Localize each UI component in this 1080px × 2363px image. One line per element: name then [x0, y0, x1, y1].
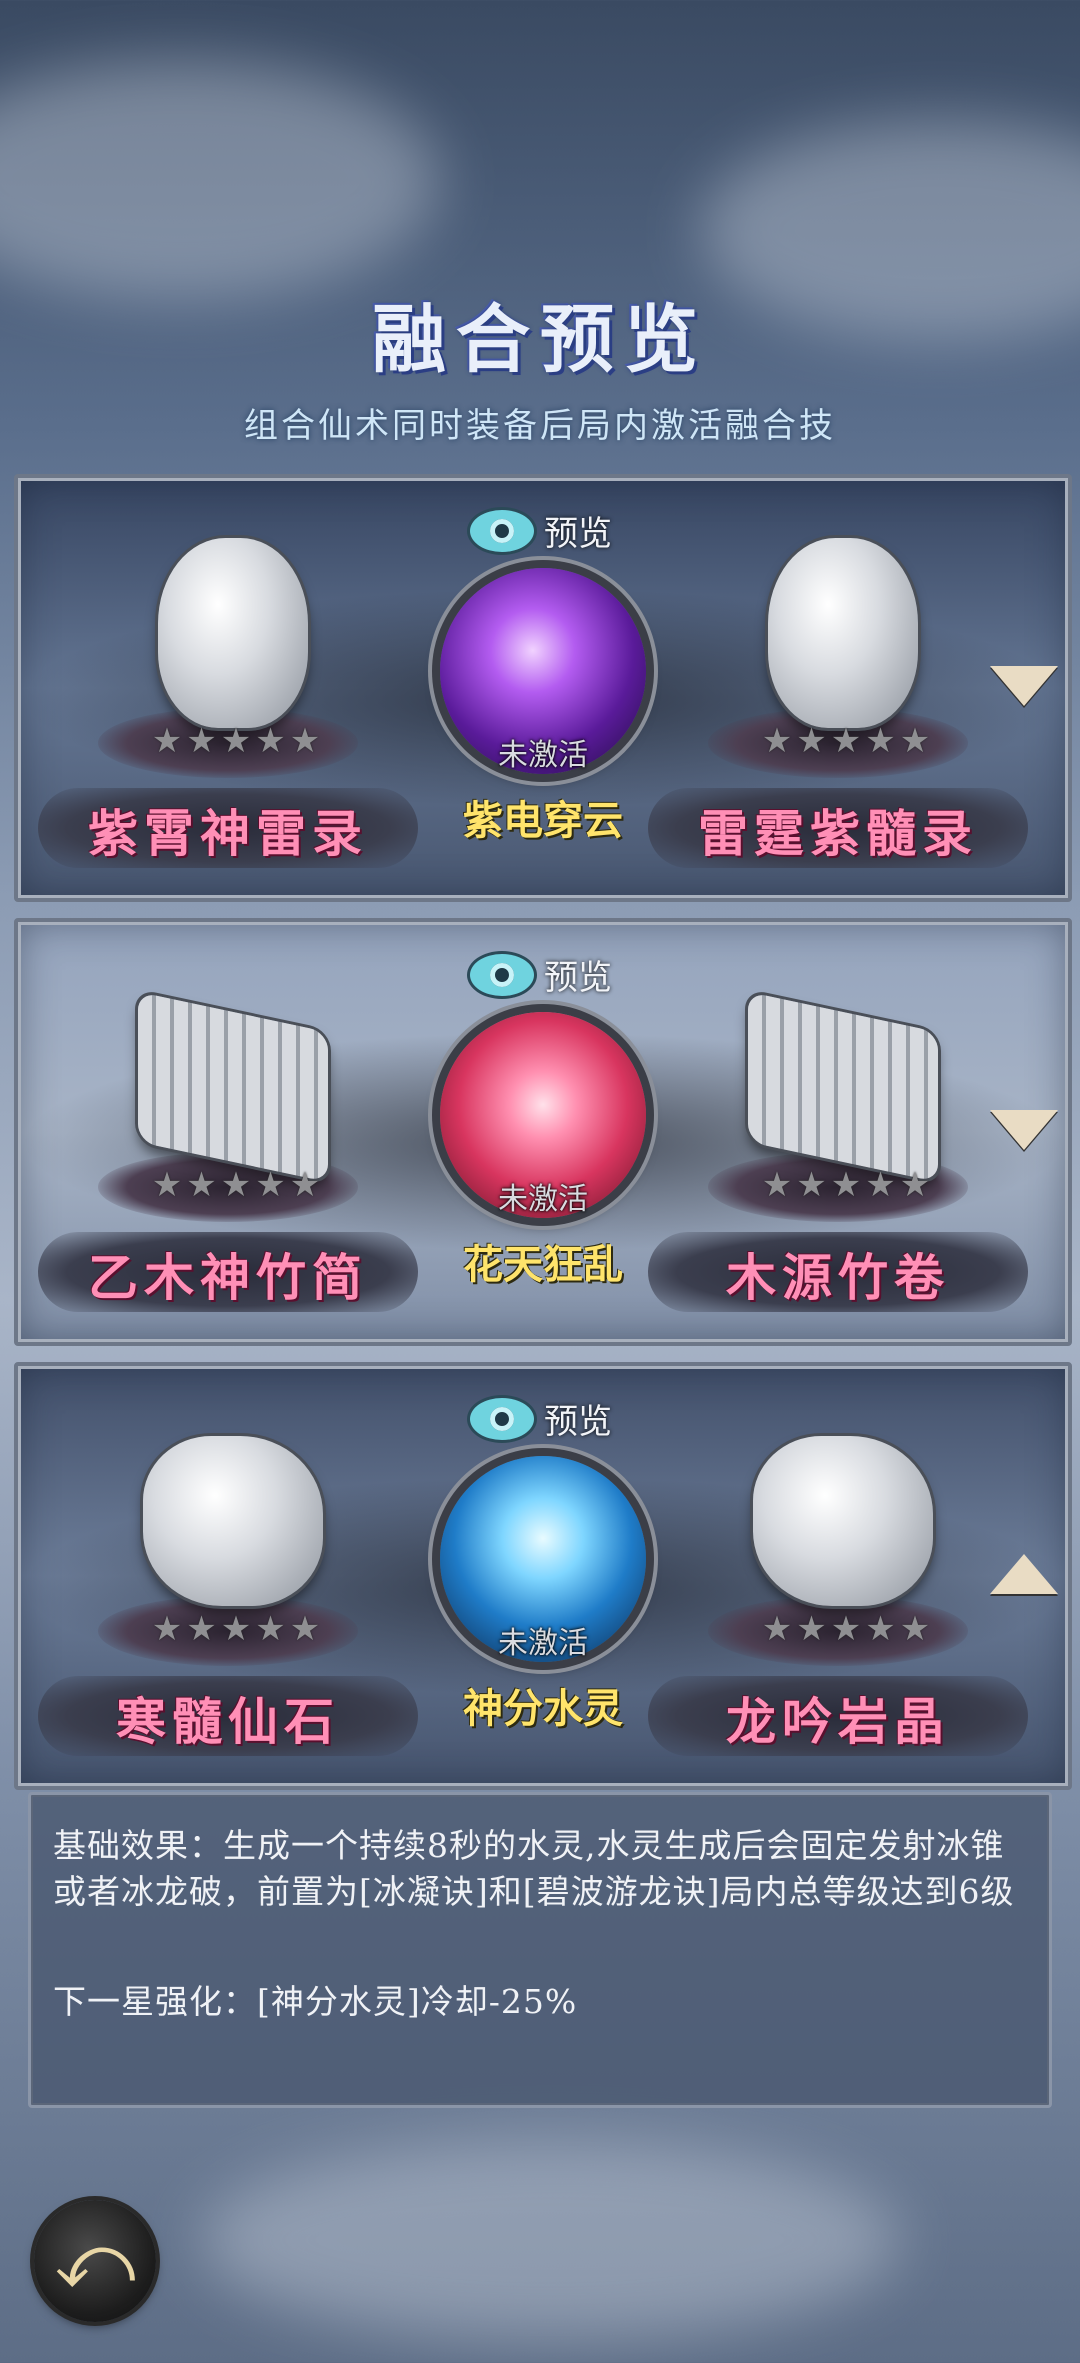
fusion-status: 未激活 — [498, 738, 588, 773]
star-icon: ★ — [899, 1609, 931, 1649]
skill-name: 雷霆紫髓录 — [698, 804, 978, 863]
star-icon: ★ — [220, 1165, 252, 1205]
skill-item-left[interactable]: ★ ★ ★ ★ ★ 寒髓仙石 — [38, 1386, 418, 1776]
star-icon: ★ — [186, 721, 217, 761]
star-icon: ★ — [186, 1165, 217, 1205]
star-icon: ★ — [865, 721, 896, 761]
star-rating: ★ ★ ★ ★ ★ — [746, 724, 946, 758]
star-rating: ★ ★ ★ ★ ★ — [136, 724, 336, 758]
preview-label: 预览 — [544, 1402, 612, 1442]
star-icon: ★ — [830, 1165, 862, 1205]
page-subtitle: 组合仙术同时装备后局内激活融合技 — [244, 406, 836, 446]
star-icon: ★ — [761, 721, 793, 761]
skill-item-right[interactable]: ★ ★ ★ ★ ★ 雷霆紫髓录 — [648, 498, 1028, 888]
preview-button[interactable]: 预览 — [470, 950, 612, 999]
star-icon: ★ — [289, 1165, 321, 1205]
fusion-center[interactable]: 预览 未激活 花天狂乱 — [420, 942, 666, 1332]
preview-button[interactable]: 预览 — [470, 1394, 612, 1443]
star-icon: ★ — [289, 721, 321, 761]
star-icon: ★ — [289, 1609, 321, 1649]
eye-icon — [470, 509, 534, 552]
skill-name: 木源竹卷 — [726, 1248, 950, 1307]
star-icon: ★ — [899, 721, 931, 761]
collapse-toggle-icon[interactable] — [990, 666, 1058, 706]
ice-stone-icon — [143, 1436, 323, 1606]
star-icon: ★ — [151, 1165, 183, 1205]
preview-button[interactable]: 预览 — [470, 506, 612, 555]
star-icon: ★ — [255, 721, 286, 761]
base-effect-text: 基础效果：生成一个持续8秒的水灵,水灵生成后会固定发射冰锥或者冰龙破，前置为[冰… — [53, 1826, 1015, 1911]
bamboo-scroll-icon — [138, 991, 328, 1183]
preview-label: 预览 — [544, 514, 612, 554]
eye-icon — [470, 1397, 534, 1440]
skill-item-right[interactable]: ★ ★ ★ ★ ★ 木源竹卷 — [648, 942, 1028, 1332]
description-panel: 基础效果：生成一个持续8秒的水灵,水灵生成后会固定发射冰锥或者冰龙破，前置为[冰… — [28, 1792, 1052, 2108]
star-icon: ★ — [899, 1165, 931, 1205]
star-rating: ★ ★ ★ ★ ★ — [136, 1612, 336, 1646]
star-icon: ★ — [761, 1165, 793, 1205]
star-icon: ★ — [865, 1609, 896, 1649]
star-icon: ★ — [796, 721, 827, 761]
thunder-talisman-icon — [158, 538, 308, 728]
skill-name: 龙吟岩晶 — [726, 1692, 950, 1751]
star-icon: ★ — [830, 1609, 862, 1649]
star-icon: ★ — [220, 1609, 252, 1649]
skill-item-left[interactable]: ★ ★ ★ ★ ★ 紫霄神雷录 — [38, 498, 418, 888]
star-rating: ★ ★ ★ ★ ★ — [746, 1612, 946, 1646]
star-icon: ★ — [761, 1609, 793, 1649]
fusion-panel-3: ★ ★ ★ ★ ★ 寒髓仙石 预览 未激活 神分水灵 ★ ★ ★ ★ ★ 龙吟岩晶 — [14, 1362, 1072, 1790]
star-icon: ★ — [151, 721, 183, 761]
fusion-center[interactable]: 预览 未激活 紫电穿云 — [420, 498, 666, 888]
fusion-name: 神分水灵 — [463, 1685, 623, 1732]
skill-item-left[interactable]: ★ ★ ★ ★ ★ 乙木神竹简 — [38, 942, 418, 1332]
star-rating: ★ ★ ★ ★ ★ — [136, 1168, 336, 1202]
preview-label: 预览 — [544, 958, 612, 998]
fusion-center[interactable]: 预览 未激活 神分水灵 — [420, 1386, 666, 1776]
fusion-panel-1: ★ ★ ★ ★ ★ 紫霄神雷录 预览 未激活 紫电穿云 ★ ★ ★ ★ ★ 雷霆紫髓录 — [14, 474, 1072, 902]
star-icon: ★ — [220, 721, 252, 761]
back-button[interactable]: ⤺ — [34, 2200, 156, 2322]
collapse-toggle-icon[interactable] — [990, 1110, 1058, 1150]
dragon-crystal-icon — [753, 1436, 933, 1606]
fusion-panel-2: ★ ★ ★ ★ ★ 乙木神竹简 预览 未激活 花天狂乱 ★ ★ ★ ★ ★ 木源竹卷 — [14, 918, 1072, 1346]
next-star-text: 下一星强化：[神分水灵]冷却-25% — [53, 1982, 578, 2021]
fusion-status: 未激活 — [498, 1626, 588, 1661]
star-icon: ★ — [255, 1165, 286, 1205]
skill-name: 紫霄神雷录 — [88, 804, 368, 863]
star-icon: ★ — [151, 1609, 183, 1649]
star-icon: ★ — [255, 1609, 286, 1649]
star-icon: ★ — [830, 721, 862, 761]
bamboo-scroll-icon — [748, 991, 938, 1183]
star-icon: ★ — [796, 1609, 827, 1649]
star-rating: ★ ★ ★ ★ ★ — [746, 1168, 946, 1202]
thunder-talisman-icon — [768, 538, 918, 728]
skill-item-right[interactable]: ★ ★ ★ ★ ★ 龙吟岩晶 — [648, 1386, 1028, 1776]
star-icon: ★ — [865, 1165, 896, 1205]
star-icon: ★ — [796, 1165, 827, 1205]
expand-toggle-icon[interactable] — [990, 1554, 1058, 1594]
fusion-name: 紫电穿云 — [463, 797, 623, 844]
fusion-name: 花天狂乱 — [463, 1241, 623, 1288]
page-title: 融合预览 — [372, 297, 708, 383]
skill-name: 乙木神竹简 — [88, 1248, 368, 1307]
eye-icon — [470, 953, 534, 996]
back-arrow-icon: ⤺ — [54, 2216, 136, 2305]
fusion-status: 未激活 — [498, 1182, 588, 1217]
star-icon: ★ — [186, 1609, 217, 1649]
skill-name: 寒髓仙石 — [116, 1692, 340, 1751]
